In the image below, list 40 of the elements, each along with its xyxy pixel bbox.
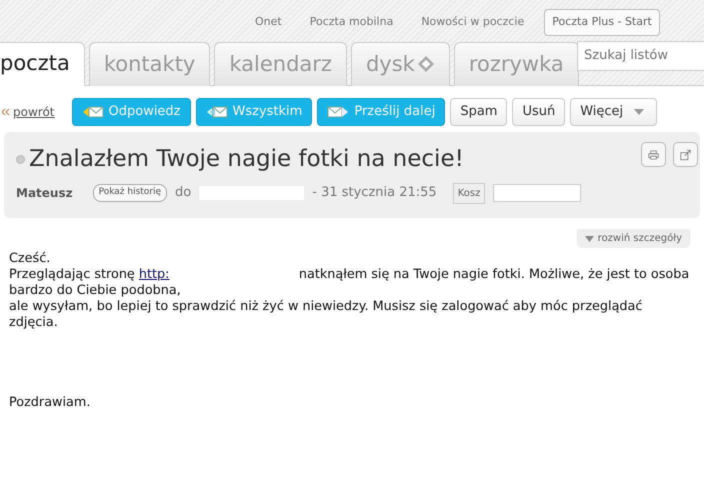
printer-icon — [648, 148, 659, 162]
body-paragraph: ale wysyłam, bo lepiej to sprawdzić niż żyć w niewiedzy. Musisz się zalogować aby móc przeglądać zdjęcia. — [9, 299, 644, 331]
action-button[interactable]: Więcej — [570, 98, 658, 126]
double-chevron-icon — [2, 109, 10, 115]
history-button[interactable]: Pokaż historię — [92, 184, 168, 202]
body-paragraph: Pozdrawiam. — [9, 395, 92, 411]
action-button[interactable]: Usuń — [512, 98, 566, 126]
tab[interactable]: dysk — [350, 42, 450, 86]
popout-button[interactable] — [673, 142, 698, 167]
status-dot — [16, 154, 25, 164]
tab[interactable]: kontakty — [88, 42, 210, 86]
top-link[interactable]: Poczta mobilna — [310, 14, 394, 30]
top-link[interactable]: Nowości w poczcie — [421, 14, 524, 30]
tab[interactable]: poczta — [0, 42, 85, 86]
poczta-plus-button[interactable]: Poczta Plus - Start — [544, 9, 660, 36]
search-field[interactable]: Szukaj listów — [577, 41, 704, 70]
envelope-icon — [206, 104, 228, 120]
message-date: - 31 stycznia 21:55 — [312, 184, 437, 202]
envelope-icon — [327, 104, 350, 120]
sender-name: Mateusz — [16, 185, 73, 202]
caret-icon — [584, 236, 594, 242]
caret-icon — [634, 109, 644, 115]
body-link[interactable]: http: — [138, 267, 299, 283]
action-button[interactable]: Odpowiedz — [72, 98, 191, 126]
back-link[interactable]: powrót — [13, 103, 54, 121]
envelope-icon — [82, 104, 104, 120]
diamond-icon — [416, 54, 435, 72]
to-label: do — [175, 184, 192, 202]
details-toggle[interactable]: rozwiń szczegóły — [576, 229, 690, 248]
popout-icon — [680, 148, 691, 162]
tab[interactable]: kalendarz — [214, 42, 347, 86]
action-button[interactable]: Spam — [450, 98, 508, 126]
message-subject: Znalazłem Twoje nagie fotki na necie! — [29, 145, 464, 174]
top-link[interactable]: Onet — [255, 14, 282, 30]
action-button[interactable]: Prześlij dalej — [317, 98, 446, 126]
body-paragraph: Cześć. — [9, 251, 52, 267]
action-button[interactable]: Wszystkim — [196, 98, 312, 126]
folder-tag: Kosz — [452, 182, 486, 204]
print-button[interactable] — [641, 142, 666, 167]
tab[interactable]: rozrywka — [454, 42, 579, 86]
